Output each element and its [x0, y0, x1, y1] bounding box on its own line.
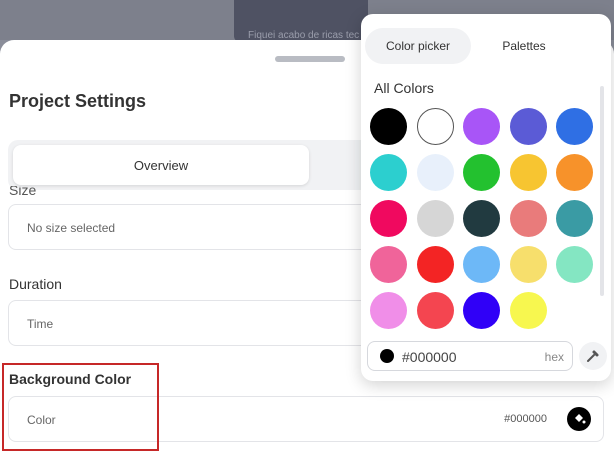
tab-palettes[interactable]: Palettes [471, 28, 577, 64]
tab-color-picker[interactable]: Color picker [365, 28, 471, 64]
drag-handle[interactable] [275, 56, 345, 62]
duration-value: Time [27, 317, 54, 331]
tab-overview[interactable]: Overview [13, 145, 309, 185]
color-swatch[interactable] [463, 154, 500, 191]
hex-input[interactable]: #000000 hex [367, 341, 573, 371]
color-swatch[interactable] [370, 200, 407, 237]
color-swatch[interactable] [463, 292, 500, 329]
hex-value: #000000 [402, 349, 457, 365]
all-colors-heading: All Colors [374, 80, 434, 96]
highlight-box [2, 363, 159, 451]
color-swatch[interactable] [370, 154, 407, 191]
color-swatch[interactable] [416, 292, 454, 329]
eyedropper-icon[interactable] [579, 342, 607, 370]
color-swatch[interactable] [370, 292, 407, 329]
backdrop-card: Fiquei acabo de ricas tec [234, 0, 368, 42]
page-title: Project Settings [9, 91, 147, 111]
color-swatch[interactable] [463, 246, 500, 283]
color-swatch[interactable] [416, 108, 454, 145]
color-swatch[interactable] [416, 246, 454, 283]
scrollbar[interactable] [600, 86, 604, 296]
size-label: Size [9, 186, 37, 198]
color-swatch[interactable] [463, 108, 500, 145]
color-picker-popover: Color picker Palettes All Colors #000000… [361, 14, 611, 381]
color-swatch[interactable] [556, 154, 593, 191]
color-swatch[interactable] [509, 246, 547, 283]
color-swatch[interactable] [463, 200, 500, 237]
current-color-dot [380, 349, 394, 363]
color-swatch[interactable] [416, 154, 454, 191]
color-swatch[interactable] [509, 154, 547, 191]
color-swatch[interactable] [509, 108, 547, 145]
background-color-value: #000000 [504, 413, 547, 425]
color-swatch[interactable] [556, 200, 593, 237]
paint-bucket-icon[interactable] [567, 407, 591, 431]
color-swatch[interactable] [370, 108, 407, 145]
color-swatch[interactable] [509, 292, 547, 329]
color-swatch[interactable] [556, 246, 593, 283]
hex-suffix: hex [544, 350, 564, 364]
size-value: No size selected [27, 221, 116, 235]
duration-label: Duration [9, 276, 62, 292]
color-swatch[interactable] [416, 200, 454, 237]
color-swatch[interactable] [556, 108, 593, 145]
color-swatch[interactable] [370, 246, 407, 283]
color-swatch[interactable] [509, 200, 547, 237]
